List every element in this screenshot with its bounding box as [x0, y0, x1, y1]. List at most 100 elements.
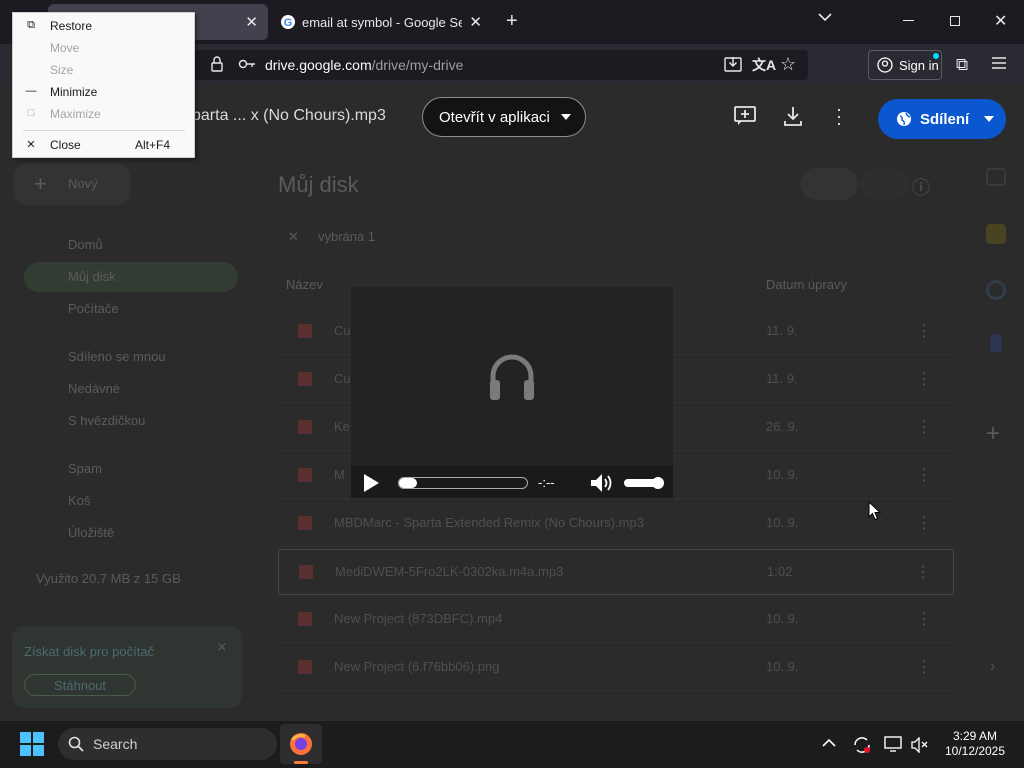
preview-file-title: parta ... x (No Chours).mp3 — [192, 107, 386, 124]
nav-starred[interactable]: S hvězdičkou — [68, 413, 145, 428]
info-icon[interactable]: ⓘ — [912, 174, 930, 200]
file-name: Ke — [334, 419, 350, 434]
list-all-tabs-icon[interactable] — [818, 12, 832, 22]
url-path: /drive/my-drive — [371, 57, 464, 73]
row-more-icon[interactable]: ⋮ — [916, 465, 932, 485]
nav-home[interactable]: Domů — [68, 237, 103, 252]
nav-spam[interactable]: Spam — [68, 461, 102, 476]
promo-text: Získat disk pro počítač — [24, 644, 155, 659]
translate-icon[interactable]: 文A — [752, 55, 776, 75]
play-icon[interactable] — [362, 474, 380, 492]
sign-in-button[interactable]: Sign in — [868, 50, 942, 80]
row-more-icon[interactable]: ⋮ — [916, 657, 932, 677]
table-row[interactable]: New Project (6.f76bb06).png 10. 9. ⋮ — [278, 645, 954, 691]
plus-icon: + — [34, 171, 47, 196]
volume-icon[interactable] — [590, 473, 614, 493]
new-button[interactable]: + Nový — [14, 163, 130, 205]
tasks-icon[interactable] — [986, 280, 1006, 300]
menu-item-label: Size — [50, 63, 74, 77]
share-button[interactable]: Sdílení — [878, 99, 1006, 139]
nav-recent[interactable]: Nedávné — [68, 381, 120, 396]
more-actions-icon[interactable]: · · · — [836, 100, 842, 132]
volume-thumb[interactable] — [652, 477, 664, 489]
open-in-app-button[interactable]: Otevřít v aplikaci — [422, 97, 586, 137]
share-caret-icon[interactable] — [984, 116, 994, 122]
seek-thumb[interactable] — [399, 478, 417, 488]
taskbar-search[interactable]: Search — [58, 728, 277, 760]
row-more-icon[interactable]: ⋮ — [916, 369, 932, 389]
grid-view-toggle[interactable] — [860, 168, 908, 200]
tab-close-icon[interactable]: ✕ — [245, 13, 258, 31]
menu-item-minimize[interactable]: — Minimize — [13, 81, 194, 103]
nav-storage[interactable]: Úložiště — [68, 525, 114, 540]
extensions-icon[interactable]: ⧉ — [956, 55, 968, 75]
row-more-icon[interactable]: ⋮ — [915, 562, 931, 582]
row-more-icon[interactable]: ⋮ — [916, 609, 932, 629]
nav-shared[interactable]: Sdíleno se mnou — [68, 349, 166, 364]
clear-selection-icon[interactable]: ✕ — [288, 229, 299, 245]
file-type-icon — [298, 516, 312, 530]
volume-slider[interactable] — [624, 477, 664, 489]
table-row[interactable]: MediDWEM-5Fro2LK-0302ka.m4a.mp3 1:02 ⋮ — [278, 549, 954, 595]
table-row[interactable]: New Project (873DBFC).mp4 10. 9. ⋮ — [278, 597, 954, 643]
calendar-icon[interactable] — [986, 168, 1006, 186]
active-app-indicator — [294, 761, 308, 764]
close-icon: ✕ — [26, 139, 36, 151]
close-window-icon[interactable]: ✕ — [994, 11, 1007, 31]
file-name: M — [334, 467, 345, 482]
file-type-icon — [298, 612, 312, 626]
menu-item-size[interactable]: Size — [13, 59, 194, 81]
restore-window-icon[interactable] — [950, 16, 960, 26]
nav-computers[interactable]: Počítače — [68, 301, 119, 316]
menu-icon[interactable] — [992, 57, 1006, 69]
nav-my-drive[interactable]: Můj disk — [68, 269, 116, 284]
sign-in-label: Sign in — [899, 58, 939, 73]
svg-text:G: G — [284, 17, 293, 29]
column-date[interactable]: Datum úpravy — [766, 277, 847, 292]
windows-start-icon[interactable] — [20, 732, 44, 756]
menu-item-maximize[interactable]: □ Maximize — [13, 103, 194, 125]
list-view-toggle[interactable] — [800, 168, 858, 200]
get-addons-icon[interactable]: + — [986, 420, 1000, 448]
download-icon[interactable] — [784, 106, 802, 126]
keep-icon[interactable] — [986, 224, 1006, 244]
file-name: New Project (6.f76bb06).png — [334, 659, 500, 674]
column-name[interactable]: Název — [286, 277, 323, 292]
row-more-icon[interactable]: ⋮ — [916, 321, 932, 341]
minimize-window-icon[interactable] — [903, 20, 914, 21]
show-hidden-icons-icon[interactable] — [822, 738, 836, 747]
add-comment-icon[interactable] — [734, 106, 756, 126]
nav-trash[interactable]: Koš — [68, 493, 90, 508]
taskbar-clock[interactable]: 3:29 AM 10/12/2025 — [930, 729, 1020, 759]
tab-google-search[interactable]: G email at symbol - Google Search ✕ — [270, 4, 492, 40]
expand-panel-icon[interactable]: › — [990, 658, 995, 676]
file-name: MBDMarc - Sparta Extended Remix (No Chou… — [334, 515, 644, 530]
menu-item-restore[interactable]: ⧉ Restore — [13, 15, 194, 37]
caret-down-icon — [561, 114, 571, 120]
contacts-icon[interactable] — [990, 334, 1002, 352]
menu-item-close[interactable]: ✕ Close Alt+F4 — [13, 134, 194, 156]
row-more-icon[interactable]: ⋮ — [916, 513, 932, 533]
firefox-taskbar-button[interactable] — [280, 724, 322, 764]
google-icon: G — [281, 15, 295, 29]
url-text[interactable]: drive.google.com/drive/my-drive — [265, 57, 463, 73]
volume-muted-icon[interactable] — [911, 737, 929, 753]
key-icon[interactable] — [238, 58, 256, 70]
sync-icon[interactable] — [852, 735, 872, 755]
menu-item-move[interactable]: Move — [13, 37, 194, 59]
lock-icon[interactable] — [210, 56, 224, 72]
account-icon — [877, 57, 893, 73]
tab-close-icon[interactable]: ✕ — [469, 13, 482, 31]
new-tab-icon[interactable]: + — [506, 10, 518, 33]
seek-bar[interactable] — [398, 477, 528, 489]
menu-item-shortcut: Alt+F4 — [135, 138, 171, 152]
save-to-page-icon[interactable] — [724, 55, 742, 73]
row-more-icon[interactable]: ⋮ — [916, 417, 932, 437]
file-date: 11. 9. — [766, 323, 798, 338]
time-display: -:-- — [538, 475, 555, 490]
promo-download-button[interactable]: Stáhnout — [24, 674, 136, 696]
table-row[interactable]: MBDMarc - Sparta Extended Remix (No Chou… — [278, 501, 954, 547]
bookmark-star-icon[interactable]: ☆ — [780, 54, 796, 75]
promo-close-icon[interactable]: ✕ — [216, 639, 228, 656]
network-icon[interactable] — [884, 736, 902, 752]
